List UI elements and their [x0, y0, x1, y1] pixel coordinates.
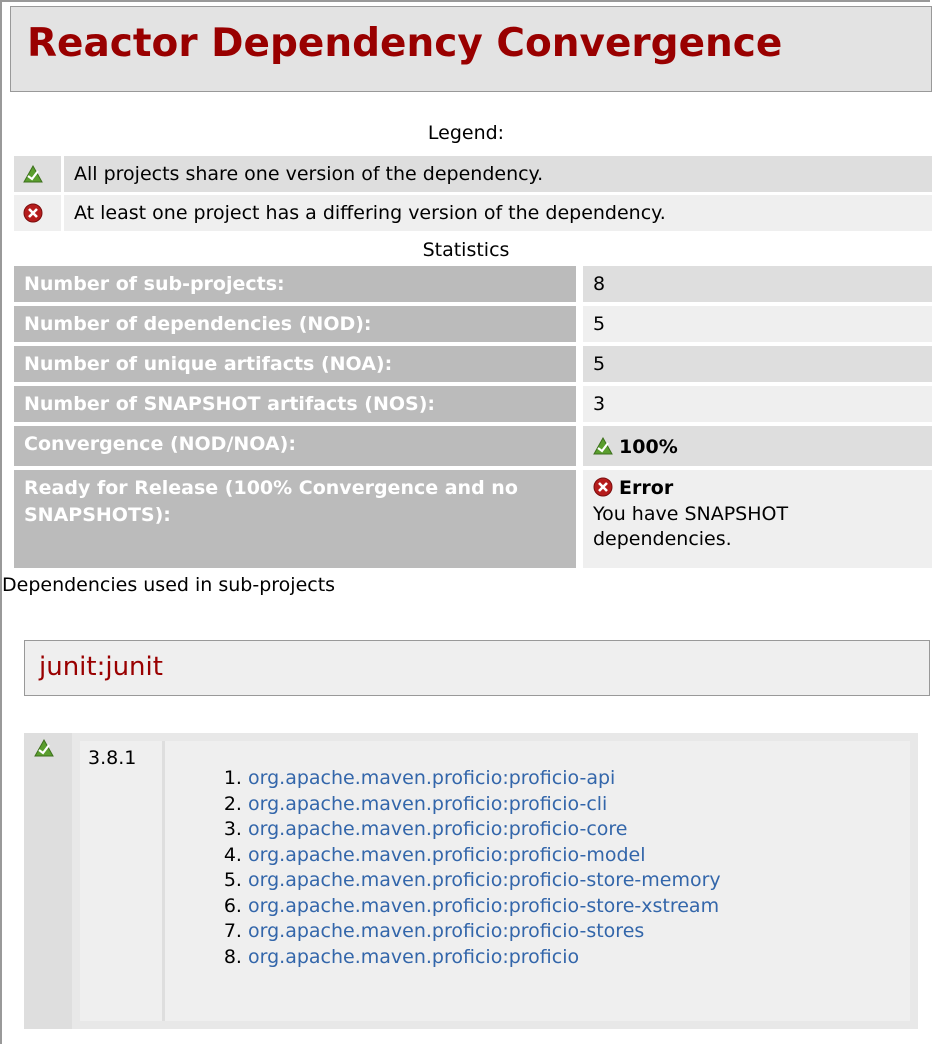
legend-row-success: All projects share one version of the de… [14, 156, 932, 192]
page-title: Reactor Dependency Convergence [27, 21, 783, 66]
stat-label: Number of sub-projects: [14, 266, 576, 302]
legend-title: Legend: [427, 122, 505, 144]
list-item: org.apache.maven.proficio:proficio-store… [248, 868, 721, 894]
divider [162, 741, 165, 1021]
project-link[interactable]: org.apache.maven.proficio:proficio-core [248, 818, 628, 840]
dependency-panel: 3.8.1 org.apache.maven.proficio:proficio… [72, 733, 918, 1029]
convergence-value: 100% [619, 436, 678, 458]
statistics-title: Statistics [422, 239, 510, 261]
stat-row: Number of unique artifacts (NOA): 5 [14, 346, 932, 382]
dependencies-title: Dependencies used in sub-projects [2, 574, 336, 596]
project-link[interactable]: org.apache.maven.proficio:proficio-model [248, 844, 646, 866]
project-link[interactable]: org.apache.maven.proficio:proficio [248, 946, 579, 968]
stat-value: 3 [583, 386, 932, 422]
list-item: org.apache.maven.proficio:proficio [248, 945, 721, 971]
error-icon [23, 203, 43, 223]
stat-label: Convergence (NOD/NOA): [14, 426, 576, 466]
stat-value: 100% [583, 426, 932, 466]
stat-value: Error You have SNAPSHOT dependencies. [583, 470, 932, 568]
stat-row-convergence: Convergence (NOD/NOA): 100% [14, 426, 932, 466]
list-item: org.apache.maven.proficio:proficio-model [248, 843, 721, 869]
stat-row-release: Ready for Release (100% Convergence and … [14, 470, 932, 568]
stat-value: 5 [583, 346, 932, 382]
release-note: You have SNAPSHOT dependencies. [593, 503, 789, 550]
success-icon [593, 437, 613, 455]
project-link[interactable]: org.apache.maven.proficio:proficio-cli [248, 793, 607, 815]
stat-label: Number of dependencies (NOD): [14, 306, 576, 342]
list-item: org.apache.maven.proficio:proficio-store… [248, 919, 721, 945]
stat-value: 5 [583, 306, 932, 342]
dependency-table: 3.8.1 org.apache.maven.proficio:proficio… [24, 733, 918, 1029]
stat-row: Number of sub-projects: 8 [14, 266, 932, 302]
stat-row: Number of dependencies (NOD): 5 [14, 306, 932, 342]
stat-row: Number of SNAPSHOT artifacts (NOS): 3 [14, 386, 932, 422]
project-link[interactable]: org.apache.maven.proficio:proficio-api [248, 767, 615, 789]
stat-label: Number of SNAPSHOT artifacts (NOS): [14, 386, 576, 422]
list-item: org.apache.maven.proficio:proficio-api [248, 766, 721, 792]
legend-text: At least one project has a differing ver… [64, 195, 932, 231]
stat-label: Number of unique artifacts (NOA): [14, 346, 576, 382]
stat-value: 8 [583, 266, 932, 302]
success-icon [23, 165, 43, 183]
list-item: org.apache.maven.proficio:proficio-cli [248, 792, 721, 818]
success-icon [34, 739, 54, 757]
legend-icon-cell [14, 195, 61, 231]
project-link[interactable]: org.apache.maven.proficio:proficio-store… [248, 895, 719, 917]
project-link[interactable]: org.apache.maven.proficio:proficio-store… [248, 869, 721, 891]
list-item: org.apache.maven.proficio:proficio-store… [248, 894, 721, 920]
stat-label: Ready for Release (100% Convergence and … [14, 470, 576, 568]
project-link[interactable]: org.apache.maven.proficio:proficio-store… [248, 920, 644, 942]
error-icon [593, 477, 613, 497]
list-item: org.apache.maven.proficio:proficio-core [248, 817, 721, 843]
legend-text: All projects share one version of the de… [64, 156, 932, 192]
legend-row-error: At least one project has a differing ver… [14, 195, 932, 231]
dependency-version: 3.8.1 [88, 747, 137, 769]
dependency-heading-box: junit:junit [24, 640, 930, 696]
project-list: org.apache.maven.proficio:proficio-api o… [200, 766, 721, 970]
dependency-name: junit:junit [39, 652, 163, 682]
release-status: Error [619, 477, 674, 499]
legend-icon-cell [14, 156, 61, 192]
dependency-inner: 3.8.1 org.apache.maven.proficio:proficio… [80, 741, 910, 1021]
page-title-box: Reactor Dependency Convergence [10, 6, 932, 92]
